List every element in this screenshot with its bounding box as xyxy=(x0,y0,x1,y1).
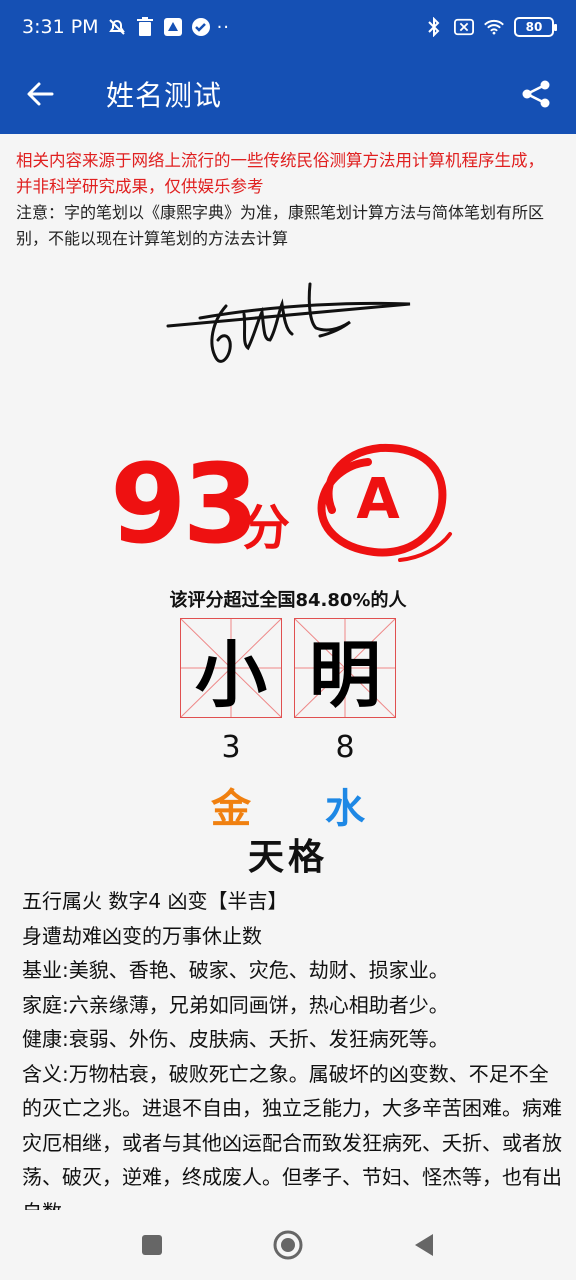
triangle-back-icon xyxy=(415,1234,433,1256)
app-bar: 姓名测试 xyxy=(0,54,576,134)
more-notifications-indicator: ·· xyxy=(216,16,231,38)
bluetooth-icon xyxy=(424,17,444,37)
name-characters: 小 明 xyxy=(180,618,396,720)
wifi-icon xyxy=(484,17,504,37)
score-display: 93 分 A xyxy=(100,434,480,574)
share-icon xyxy=(522,80,550,108)
five-elements: 金 水 xyxy=(180,776,396,834)
result-content[interactable]: 相关内容来源于网络上流行的一些传统民俗测算方法用计算机程序生成，并非科学研究成果… xyxy=(0,134,576,1210)
no-sim-icon xyxy=(454,17,474,37)
home-circle-icon xyxy=(273,1230,303,1260)
battery-icon: 80 xyxy=(514,17,557,37)
stroke-count: 3 xyxy=(221,730,241,765)
arrow-back-icon xyxy=(27,82,54,106)
description-line: 身遭劫难凶变的万事休止数 xyxy=(22,923,262,948)
grade-stamp: A xyxy=(317,443,452,562)
status-notification-icons xyxy=(107,17,211,37)
app-icon xyxy=(163,17,183,37)
percentile-text: 该评分超过全国84.80%的人 xyxy=(169,590,407,611)
description-line: 健康:衰弱、外伤、皮肤病、夭折、发狂病死等。 xyxy=(22,1027,449,1051)
back-nav-button[interactable] xyxy=(404,1225,444,1265)
back-button[interactable] xyxy=(0,54,80,134)
status-time: 3:31 PM xyxy=(22,16,99,38)
status-system-icons: 80 xyxy=(424,17,557,37)
check-circle-icon xyxy=(191,17,211,37)
score-value: 93 xyxy=(110,440,259,568)
recents-button[interactable] xyxy=(132,1225,172,1265)
signature-image xyxy=(166,282,411,363)
system-navigation-bar xyxy=(0,1210,576,1280)
trash-icon xyxy=(135,17,155,37)
element-label: 金 xyxy=(211,786,251,832)
grade-letter: A xyxy=(356,467,400,532)
description-line: 含义:万物枯衰，破败死亡之象。属破坏的凶变数、不足不全的灭亡之兆。进退不自由，独… xyxy=(22,1061,562,1211)
description-text: 五行属火 数字4 凶变【半吉】 身遭劫难凶变的万事休止数 基业:美貌、香艳、破家… xyxy=(22,884,562,1210)
stroke-count: 8 xyxy=(335,730,355,765)
character-grid-2: 明 xyxy=(294,618,396,718)
description-line: 基业:美貌、香艳、破家、灾危、劫财、损家业。 xyxy=(22,958,449,982)
status-bar: 3:31 PM ·· 80 xyxy=(0,0,576,54)
stroke-counts: 3 8 xyxy=(180,730,396,765)
section-title: 天格 xyxy=(247,836,328,878)
score-unit: 分 xyxy=(242,500,291,556)
character-grid-1: 小 xyxy=(180,618,282,718)
stroke-note-text: 注意：字的笔划以《康熙字典》为准，康熙笔划计算方法与简体笔划有所区别，不能以现在… xyxy=(16,203,545,248)
page-title: 姓名测试 xyxy=(106,79,223,112)
home-button[interactable] xyxy=(268,1225,308,1265)
element-label: 水 xyxy=(325,786,365,832)
share-button[interactable] xyxy=(496,54,576,134)
description-line: 家庭:六亲缘薄，兄弟如同画饼，热心相助者少。 xyxy=(22,992,449,1017)
disclaimer-text: 相关内容来源于网络上流行的一些传统民俗测算方法用计算机程序生成，并非科学研究成果… xyxy=(16,151,544,196)
description-line: 五行属火 数字4 凶变【半吉】 xyxy=(22,889,288,913)
muted-notification-icon xyxy=(107,17,127,37)
name-character: 小 xyxy=(194,632,267,717)
name-character: 明 xyxy=(308,632,381,717)
square-icon xyxy=(142,1235,162,1255)
